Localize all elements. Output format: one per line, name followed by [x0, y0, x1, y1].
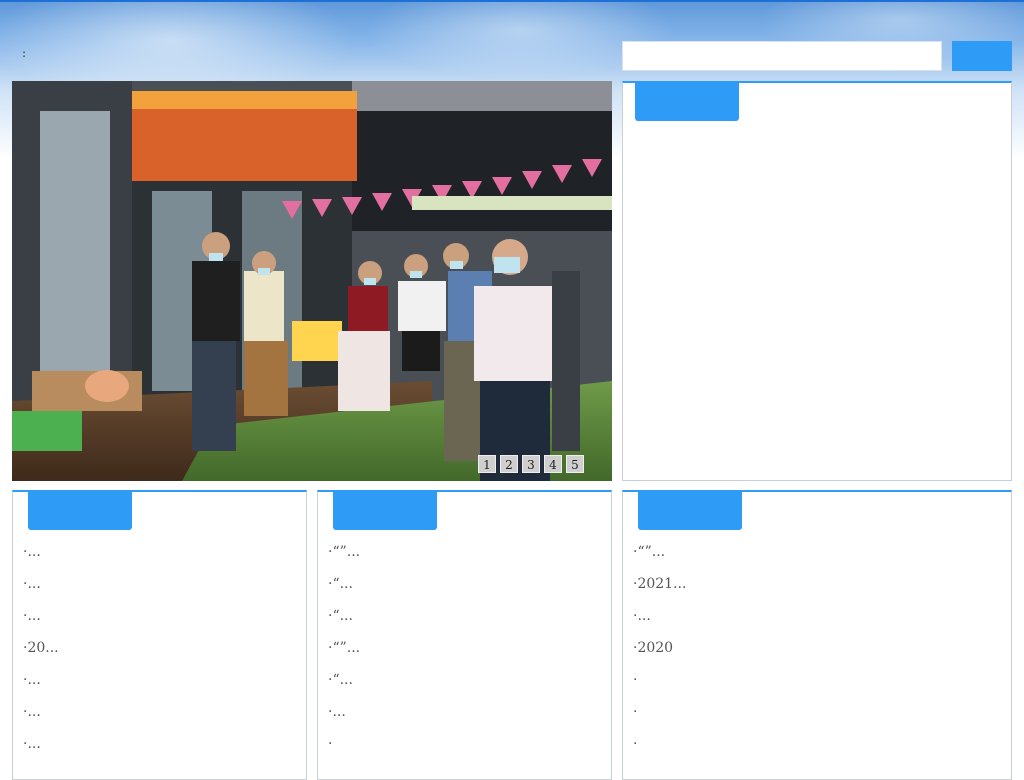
search-button[interactable] — [952, 41, 1012, 71]
header-label: : — [22, 46, 27, 60]
column-3-list: ·“”... ·2021... ·... ·2020 · · · — [633, 542, 686, 766]
pager-dot-1[interactable]: 1 — [478, 455, 496, 473]
list-item[interactable]: ·“... — [328, 670, 360, 702]
right-panel-tab[interactable] — [635, 81, 739, 121]
search-input[interactable] — [622, 41, 942, 71]
list-item[interactable]: ·... — [23, 606, 59, 638]
column-2-tab[interactable] — [333, 490, 437, 530]
column-3-tab[interactable] — [638, 490, 742, 530]
top-border — [0, 0, 1024, 2]
list-item[interactable]: ·... — [23, 734, 59, 766]
list-item[interactable]: ·“”... — [633, 542, 686, 574]
list-item[interactable]: · — [633, 702, 686, 734]
list-item[interactable]: · — [633, 670, 686, 702]
list-item[interactable]: ·2021... — [633, 574, 686, 606]
list-item[interactable]: ·2020 — [633, 638, 686, 670]
pager-dot-3[interactable]: 3 — [522, 455, 540, 473]
list-item[interactable]: · — [633, 734, 686, 766]
pager-dot-2[interactable]: 2 — [500, 455, 518, 473]
list-item[interactable]: ·... — [23, 702, 59, 734]
hero-slideshow[interactable]: 1 2 3 4 5 — [12, 81, 612, 481]
news-column-3: ·“”... ·2021... ·... ·2020 · · · — [622, 490, 1012, 780]
pager-dot-5[interactable]: 5 — [566, 455, 584, 473]
list-item[interactable]: · — [328, 734, 360, 766]
list-item[interactable]: ·“”... — [328, 638, 360, 670]
list-item[interactable]: ·... — [328, 702, 360, 734]
list-item[interactable]: ·... — [23, 670, 59, 702]
news-column-1: ·... ·... ·... ·20... ·... ·... ·... — [12, 490, 307, 780]
column-2-list: ·“”... ·“... ·“... ·“”... ·“... ·... · — [328, 542, 360, 766]
news-column-2: ·“”... ·“... ·“... ·“”... ·“... ·... · — [317, 490, 612, 780]
pager-dot-4[interactable]: 4 — [544, 455, 562, 473]
list-item[interactable]: ·“... — [328, 606, 360, 638]
column-1-tab[interactable] — [28, 490, 132, 530]
right-news-panel — [622, 81, 1012, 481]
list-item[interactable]: ·... — [23, 542, 59, 574]
list-item[interactable]: ·... — [633, 606, 686, 638]
list-item[interactable]: ·“... — [328, 574, 360, 606]
slideshow-pager: 1 2 3 4 5 — [478, 455, 584, 473]
list-item[interactable]: ·... — [23, 574, 59, 606]
list-item[interactable]: ·“”... — [328, 542, 360, 574]
list-item[interactable]: ·20... — [23, 638, 59, 670]
hero-photo — [12, 81, 612, 481]
column-1-list: ·... ·... ·... ·20... ·... ·... ·... — [23, 542, 59, 766]
